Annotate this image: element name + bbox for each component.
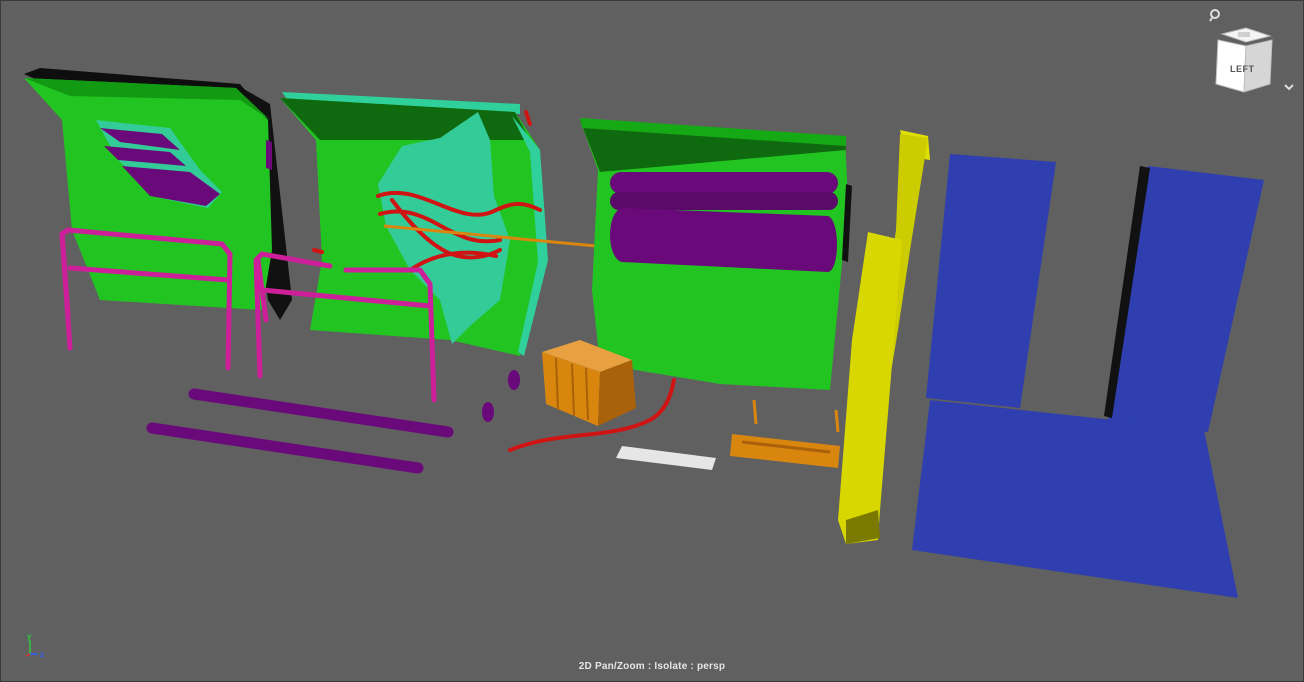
x-axis-line — [25, 653, 31, 657]
purple-tube-1[interactable] — [188, 388, 454, 438]
yellow-frame[interactable] — [838, 130, 930, 544]
blue-panels[interactable] — [912, 154, 1264, 598]
viewport-status-text: 2D Pan/Zoom : Isolate : persp — [578, 661, 726, 672]
viewcube[interactable]: LEFT — [1208, 22, 1280, 98]
orange-tray[interactable] — [730, 399, 840, 468]
blue-panel-floor — [912, 400, 1238, 598]
white-plate[interactable] — [616, 446, 716, 470]
yellow-frame-leg — [838, 232, 902, 544]
axis-indicator: y z — [25, 632, 44, 659]
z-axis-label: z — [40, 650, 44, 659]
y-axis-label: y — [27, 632, 32, 641]
scene-geometry[interactable] — [0, 0, 1304, 682]
viewcube-top-marker — [1238, 32, 1250, 37]
purple-roller-middle — [610, 192, 838, 210]
purple-roller-top — [610, 172, 838, 194]
viewcube-face-label: LEFT — [1230, 64, 1255, 74]
home-icon[interactable] — [1208, 8, 1222, 22]
panel-1-side-slot — [266, 140, 272, 170]
blue-panel-left — [926, 154, 1056, 408]
chevron-down-icon[interactable] — [1282, 82, 1296, 94]
purple-tube-2[interactable] — [146, 422, 424, 474]
purple-knob-1[interactable] — [482, 402, 494, 422]
purple-knob-2[interactable] — [508, 370, 520, 390]
blue-panel-right — [1108, 166, 1264, 432]
orange-pin-1 — [752, 399, 758, 425]
green-panel-3[interactable] — [580, 118, 852, 390]
orange-pin-2 — [834, 409, 840, 433]
purple-roller-large — [610, 208, 837, 272]
3d-viewport[interactable]: LEFT y z 2D Pan/Zoom : Isolate : persp — [0, 0, 1304, 682]
